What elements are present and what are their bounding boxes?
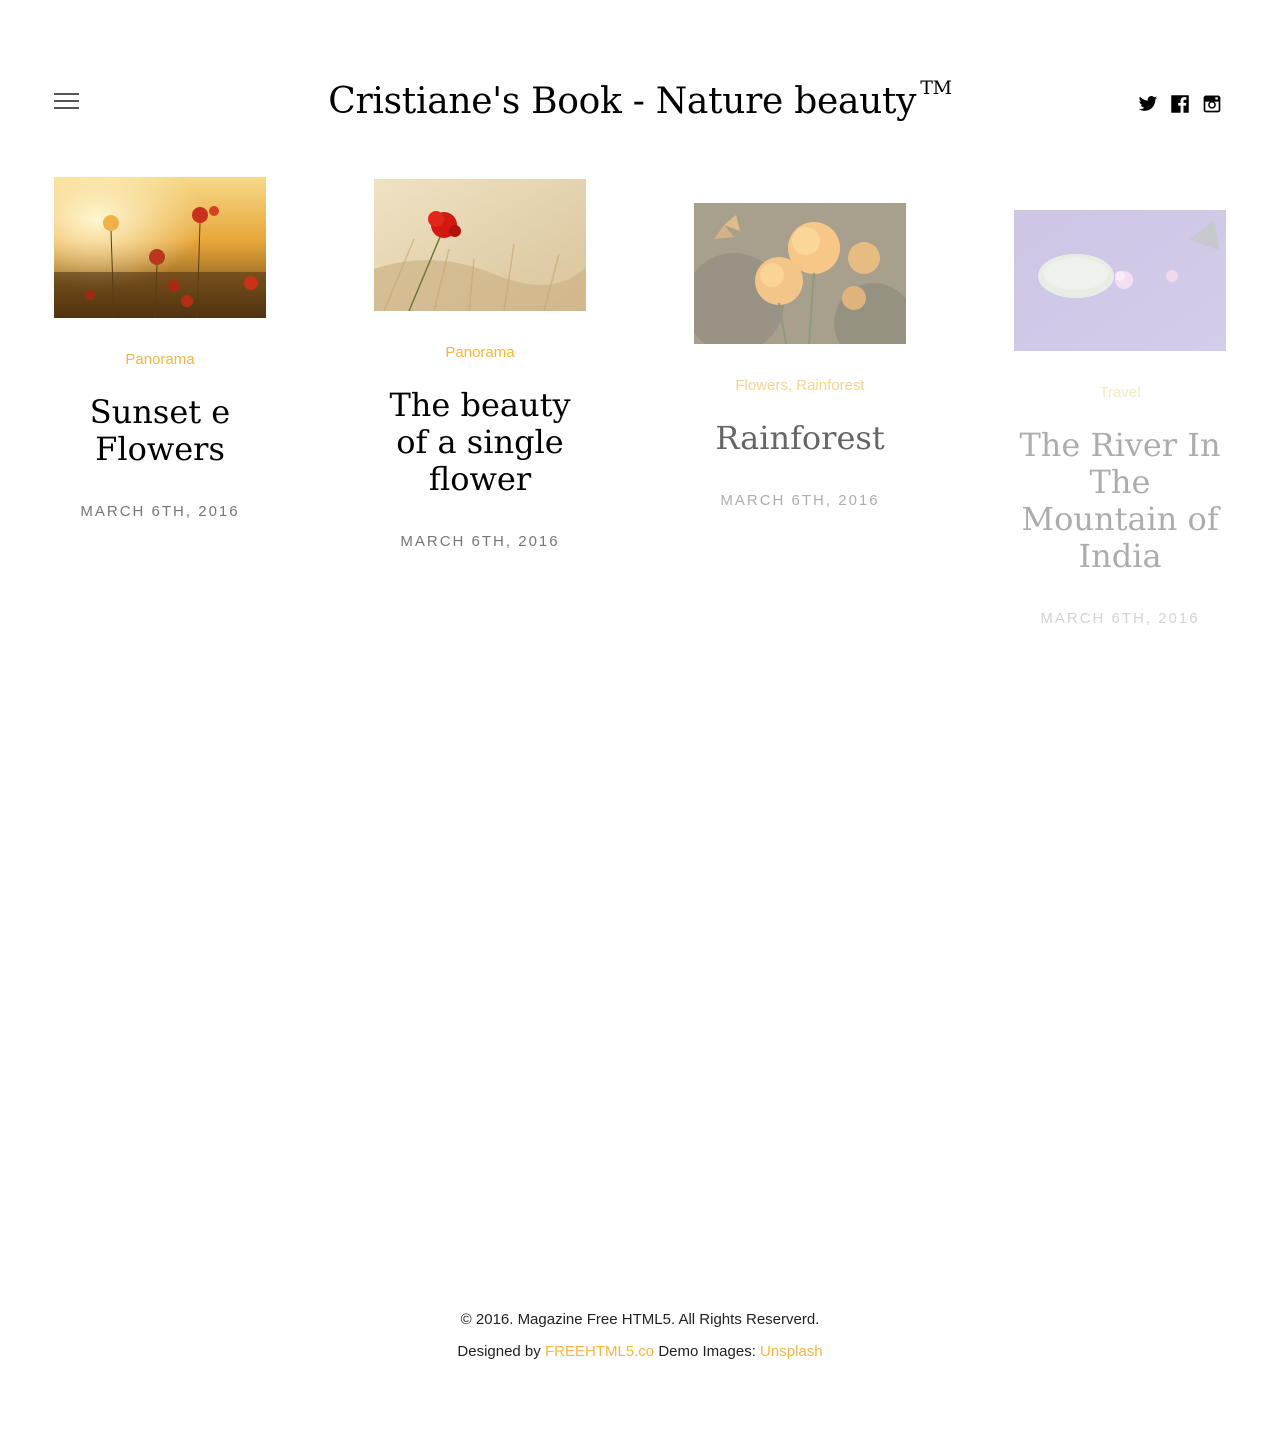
post-card: Panorama The beauty of a single flower M… [374,179,586,550]
twitter-icon [1138,96,1158,111]
post-title-link[interactable]: Sunset e Flowers [90,393,230,468]
trademark: TM [920,77,952,99]
post-categories: Flowers, Rainforest [735,377,865,394]
category-link[interactable]: Flowers [735,377,788,394]
category-link[interactable]: Panorama [125,351,194,368]
post-title-link[interactable]: The beauty of a single flower [389,386,570,498]
post-image [694,203,906,344]
designed-by-label: Designed by [457,1343,541,1360]
post-categories: Travel [1014,383,1226,403]
post-thumbnail[interactable] [694,203,906,344]
site-title-text: Cristiane's Book - Nature beauty [328,81,917,122]
post-image [1014,210,1226,351]
facebook-link[interactable] [1170,94,1190,114]
post-title: Rainforest [694,420,906,457]
post-title-link[interactable]: The River In The Mountain of India [1019,426,1220,575]
demo-images-label: Demo Images: [658,1343,756,1360]
post-title: Sunset e Flowers [54,394,266,468]
twitter-link[interactable] [1138,94,1158,114]
post-categories: Panorama [374,343,586,363]
unsplash-link[interactable]: Unsplash [760,1343,823,1360]
footer: © 2016. Magazine Free HTML5. All Rights … [0,1310,1280,1374]
instagram-icon [1203,95,1221,113]
post-title: The beauty of a single flower [374,387,586,498]
category-link[interactable]: Panorama [445,344,514,361]
credits-text: Designed by FREEHTML5.co Demo Images: Un… [0,1342,1280,1362]
post-date: March 6th, 2016 [720,492,880,509]
post-date: March 6th, 2016 [400,533,560,550]
post-title-link[interactable]: Rainforest [715,419,884,457]
copyright-text: © 2016. Magazine Free HTML5. All Rights … [460,1311,820,1328]
designer-link[interactable]: FREEHTML5.co [545,1343,654,1360]
category-link[interactable]: Rainforest [796,377,864,394]
post-image [54,177,266,318]
category-link[interactable]: Travel [1099,384,1140,401]
post-date: March 6th, 2016 [80,503,240,520]
site-title: Cristiane's Book - Nature beauty TM [0,68,1280,128]
facebook-icon [1171,95,1189,113]
instagram-link[interactable] [1202,94,1222,114]
post-date: March 6th, 2016 [1040,610,1200,627]
social-links [1138,94,1222,114]
post-title: The River In The Mountain of India [1014,427,1226,575]
post-card: Flowers, Rainforest Rainforest March 6th… [694,203,906,509]
post-card: Travel The River In The Mountain of Indi… [1014,210,1226,627]
post-thumbnail[interactable] [1014,210,1226,351]
post-thumbnail[interactable] [54,177,266,318]
post-image [374,179,586,311]
post-thumbnail[interactable] [374,179,586,311]
post-categories: Panorama [54,350,266,370]
post-card: Panorama Sunset e Flowers March 6th, 201… [54,177,266,520]
